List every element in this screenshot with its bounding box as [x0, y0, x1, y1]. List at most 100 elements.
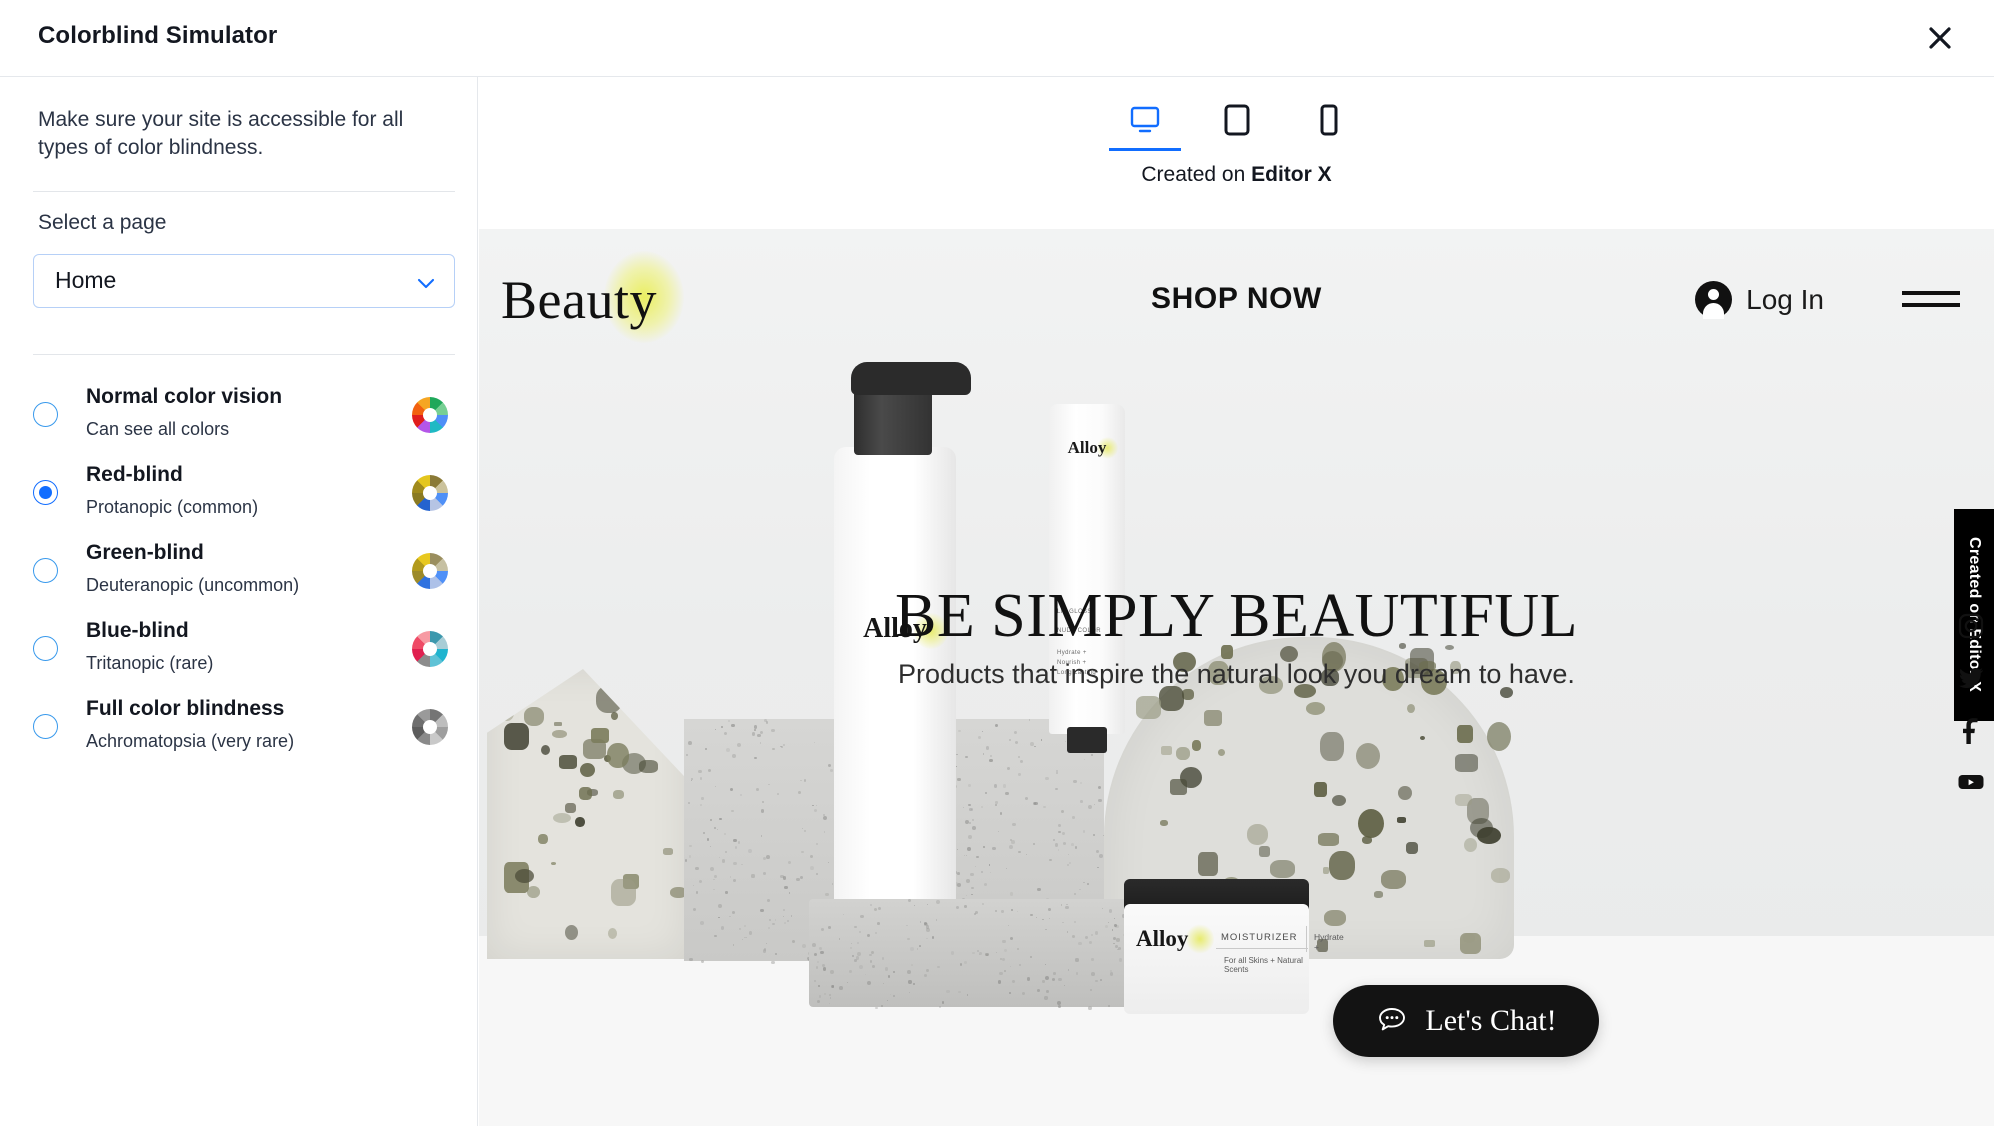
- stone-grain: [1042, 980, 1045, 983]
- stone-grain: [916, 948, 919, 950]
- stone-grain: [741, 863, 743, 866]
- stone-grain: [729, 916, 731, 918]
- stone-grain: [1058, 830, 1061, 833]
- login-button[interactable]: Log In: [1695, 281, 1824, 319]
- created-on-brand: Editor X: [1251, 163, 1332, 186]
- jar-description: For all Skins + Natural Scents: [1224, 956, 1303, 974]
- terrazzo-speckle: [1160, 819, 1169, 827]
- stone-grain: [816, 843, 819, 846]
- stone-grain: [997, 980, 1001, 984]
- page-select[interactable]: Home: [33, 254, 455, 308]
- stone-grain: [893, 971, 896, 974]
- radio-red-blind[interactable]: [33, 480, 58, 505]
- stone-grain: [791, 939, 796, 944]
- radio-full-color-blindness[interactable]: [33, 714, 58, 739]
- stone-grain: [856, 956, 860, 960]
- stone-grain: [964, 905, 967, 908]
- close-button[interactable]: [1918, 16, 1962, 60]
- stone-grain: [864, 974, 867, 976]
- stone-grain: [769, 919, 772, 922]
- stone-grain: [994, 803, 998, 806]
- youtube-link[interactable]: [1956, 767, 1986, 797]
- stone-grain: [783, 921, 786, 924]
- terrazzo-speckle: [1490, 868, 1510, 884]
- stone-grain: [1011, 980, 1015, 984]
- stone-grain: [695, 891, 699, 894]
- lets-chat-button[interactable]: Let's Chat!: [1333, 985, 1599, 1057]
- stone-grain: [1036, 916, 1038, 918]
- vision-option-normal[interactable]: Normal color vision Can see all colors: [0, 375, 478, 453]
- stone-grain: [763, 856, 767, 860]
- device-tab-tablet[interactable]: [1201, 89, 1273, 151]
- terrazzo-speckle: [1357, 808, 1384, 838]
- stone-grain: [822, 967, 826, 971]
- vision-option-red-blind[interactable]: Red-blind Protanopic (common): [0, 453, 478, 531]
- stone-grain: [830, 985, 834, 989]
- stone-grain: [1061, 831, 1065, 836]
- stone-grain: [999, 971, 1003, 975]
- hamburger-menu-icon[interactable]: [1902, 291, 1960, 309]
- radio-normal[interactable]: [33, 402, 58, 427]
- stone-grain: [1099, 978, 1102, 981]
- stone-grain: [869, 960, 872, 963]
- stone-grain: [815, 804, 817, 806]
- stone-grain: [1007, 924, 1010, 927]
- stone-grain: [984, 791, 987, 795]
- vision-option-blue-blind[interactable]: Blue-blind Tritanopic (rare): [0, 609, 478, 687]
- stone-grain: [787, 919, 790, 922]
- terrazzo-speckle: [574, 817, 585, 828]
- instagram-link[interactable]: [1956, 611, 1986, 641]
- stone-grain: [983, 882, 988, 886]
- stone-grain: [1065, 905, 1070, 910]
- stone-grain: [718, 903, 723, 908]
- stone-grain: [1058, 823, 1062, 827]
- stone-grain: [729, 787, 733, 791]
- vision-option-green-blind[interactable]: Green-blind Deuteranopic (uncommon): [0, 531, 478, 609]
- settings-sidebar: Make sure your site is accessible for al…: [0, 77, 478, 1126]
- stone-grain: [1055, 772, 1058, 775]
- radio-green-blind[interactable]: [33, 558, 58, 583]
- stone-grain: [737, 742, 741, 747]
- twitter-link[interactable]: [1956, 663, 1986, 693]
- terrazzo-speckle: [500, 705, 515, 721]
- stone-grain: [1107, 1004, 1110, 1008]
- stone-grain: [724, 833, 727, 836]
- stone-grain: [869, 953, 872, 957]
- stone-grain: [1109, 972, 1114, 976]
- stone-grain: [1114, 944, 1119, 948]
- terrazzo-speckle: [1136, 696, 1162, 719]
- facebook-link[interactable]: [1956, 715, 1986, 745]
- stone-grain: [968, 803, 971, 807]
- stone-grain: [748, 931, 752, 935]
- radio-blue-blind[interactable]: [33, 636, 58, 661]
- stone-grain: [1085, 935, 1089, 939]
- stone-grain: [695, 866, 699, 870]
- stone-grain: [912, 982, 916, 985]
- site-preview[interactable]: Beauty SHOP NOW Log In Alloy Alloy LIP G…: [479, 229, 1994, 1126]
- stone-grain: [1113, 942, 1115, 944]
- stone-grain: [828, 1002, 831, 1005]
- stone-grain: [995, 909, 998, 912]
- stone-grain: [688, 855, 692, 858]
- stone-grain: [816, 960, 820, 964]
- stone-grain: [989, 871, 991, 874]
- stone-grain: [919, 921, 921, 923]
- stone-grain: [781, 746, 783, 749]
- stone-grain: [972, 825, 977, 830]
- device-switcher: [479, 89, 1994, 159]
- stone-grain: [935, 919, 938, 922]
- created-on-prefix: Created on: [1141, 163, 1252, 186]
- stone-grain: [1001, 910, 1004, 913]
- device-tab-desktop[interactable]: [1108, 89, 1181, 151]
- stone-grain: [751, 874, 755, 878]
- stone-grain: [818, 985, 821, 988]
- terrazzo-speckle: [1398, 785, 1412, 801]
- stone-grain: [1080, 799, 1083, 803]
- device-tab-mobile[interactable]: [1293, 89, 1365, 151]
- terrazzo-rock-left: [487, 669, 687, 959]
- stone-grain: [992, 846, 996, 851]
- terrazzo-speckle: [538, 833, 548, 844]
- terrazzo-speckle: [1176, 747, 1190, 761]
- vision-option-full-color-blindness[interactable]: Full color blindness Achromatopsia (very…: [0, 687, 478, 765]
- stone-grain: [883, 983, 885, 985]
